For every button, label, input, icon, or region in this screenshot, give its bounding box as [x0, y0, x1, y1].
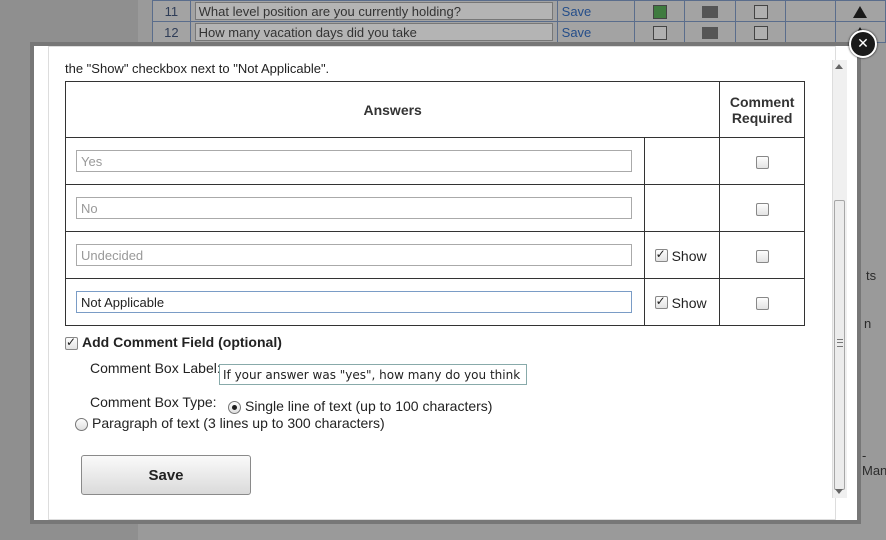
answer-input[interactable] — [76, 291, 632, 313]
paragraph-option[interactable]: Paragraph of text (3 lines up to 300 cha… — [75, 415, 385, 431]
close-icon[interactable]: ✕ — [849, 30, 877, 58]
clapper-icon[interactable] — [702, 27, 719, 40]
comment-required-cell — [719, 184, 805, 232]
modal-content: the "Show" checkbox next to "Not Applica… — [48, 46, 836, 520]
answer-row: Show — [65, 231, 805, 279]
add-comment-field-option[interactable]: Add Comment Field (optional) — [65, 334, 282, 350]
question-cell — [189, 0, 558, 22]
comment-required-checkbox[interactable] — [755, 249, 769, 263]
comment-box-label-input[interactable] — [219, 364, 527, 385]
show-checkbox[interactable] — [654, 294, 668, 310]
table-row: 11 Save — [152, 0, 886, 22]
single-line-radio[interactable] — [228, 400, 241, 414]
single-line-option[interactable]: Single line of text (up to 100 character… — [228, 398, 492, 414]
question-input[interactable] — [194, 23, 553, 41]
answer-input[interactable] — [76, 244, 632, 266]
add-comment-checkbox[interactable] — [65, 335, 78, 350]
comment-box-type-text: Comment Box Type: — [90, 394, 217, 410]
comment-required-cell — [719, 278, 805, 326]
option-checkbox[interactable] — [753, 4, 768, 19]
answer-cell — [65, 137, 645, 185]
option-cell — [734, 21, 787, 43]
show-cell: Show — [643, 231, 721, 279]
answers-header: Answers — [64, 81, 721, 138]
show-checkbox[interactable] — [654, 247, 668, 263]
background-text-fragment: n — [864, 316, 872, 331]
media-cell — [684, 0, 736, 22]
row-save-link[interactable]: Save — [556, 0, 635, 22]
comment-required-cell — [719, 231, 805, 279]
media-cell — [684, 21, 736, 43]
show-cell: Show — [643, 278, 721, 326]
blank-cell — [785, 0, 836, 22]
answers-table: Answers Comment Required Show Show — [64, 81, 805, 326]
move-cell — [834, 0, 886, 22]
background-questions-table: 11 Save 12 Save — [152, 0, 886, 43]
background-text-fragment: -Man — [862, 448, 886, 478]
show-label: Show — [671, 247, 707, 264]
paragraph-label: Paragraph of text (3 lines up to 300 cha… — [92, 415, 385, 431]
answer-row — [65, 137, 805, 185]
answer-cell — [65, 278, 645, 326]
add-comment-label: Add Comment Field (optional) — [82, 334, 282, 350]
move-up-icon[interactable] — [853, 6, 868, 19]
row-number: 11 — [152, 0, 191, 22]
comment-required-checkbox[interactable] — [755, 155, 769, 169]
option-checkbox[interactable] — [753, 25, 768, 40]
answer-options-modal: the "Show" checkbox next to "Not Applica… — [30, 42, 861, 524]
row-number: 12 — [152, 21, 191, 43]
required-cell — [633, 21, 686, 43]
show-cell — [643, 137, 721, 185]
clapper-icon[interactable] — [702, 6, 719, 19]
option-cell — [734, 0, 787, 22]
required-checkbox[interactable] — [652, 4, 667, 19]
row-save-link[interactable]: Save — [556, 21, 635, 43]
table-header-row: Answers Comment Required — [64, 81, 805, 138]
comment-required-checkbox[interactable] — [755, 296, 769, 310]
question-input[interactable] — [194, 2, 553, 20]
paragraph-radio[interactable] — [75, 417, 88, 431]
scrollbar-thumb[interactable] — [834, 200, 845, 490]
show-cell — [643, 184, 721, 232]
comment-box-label-text: Comment Box Label: — [90, 360, 221, 376]
table-row: 12 Save — [152, 21, 886, 43]
single-line-label: Single line of text (up to 100 character… — [245, 398, 493, 414]
answer-cell — [65, 184, 645, 232]
instruction-text: the "Show" checkbox next to "Not Applica… — [65, 61, 330, 76]
answer-input[interactable] — [76, 197, 632, 219]
grip-icon — [837, 339, 843, 347]
scroll-down-arrow-icon[interactable] — [835, 489, 843, 494]
question-cell — [189, 21, 558, 43]
modal-scrollbar[interactable] — [832, 60, 847, 498]
answer-input[interactable] — [76, 150, 632, 172]
answer-row: Show — [65, 278, 805, 326]
background-text-fragment: ts — [866, 268, 877, 283]
comment-required-header: Comment Required — [719, 81, 805, 138]
answer-row — [65, 184, 805, 232]
show-label: Show — [671, 294, 707, 311]
comment-required-checkbox[interactable] — [755, 202, 769, 216]
blank-cell — [785, 21, 836, 43]
required-checkbox[interactable] — [652, 25, 667, 40]
save-button[interactable]: Save — [81, 455, 251, 495]
answer-cell — [65, 231, 645, 279]
comment-required-cell — [719, 137, 805, 185]
scroll-up-arrow-icon[interactable] — [835, 64, 843, 69]
required-cell — [633, 0, 686, 22]
